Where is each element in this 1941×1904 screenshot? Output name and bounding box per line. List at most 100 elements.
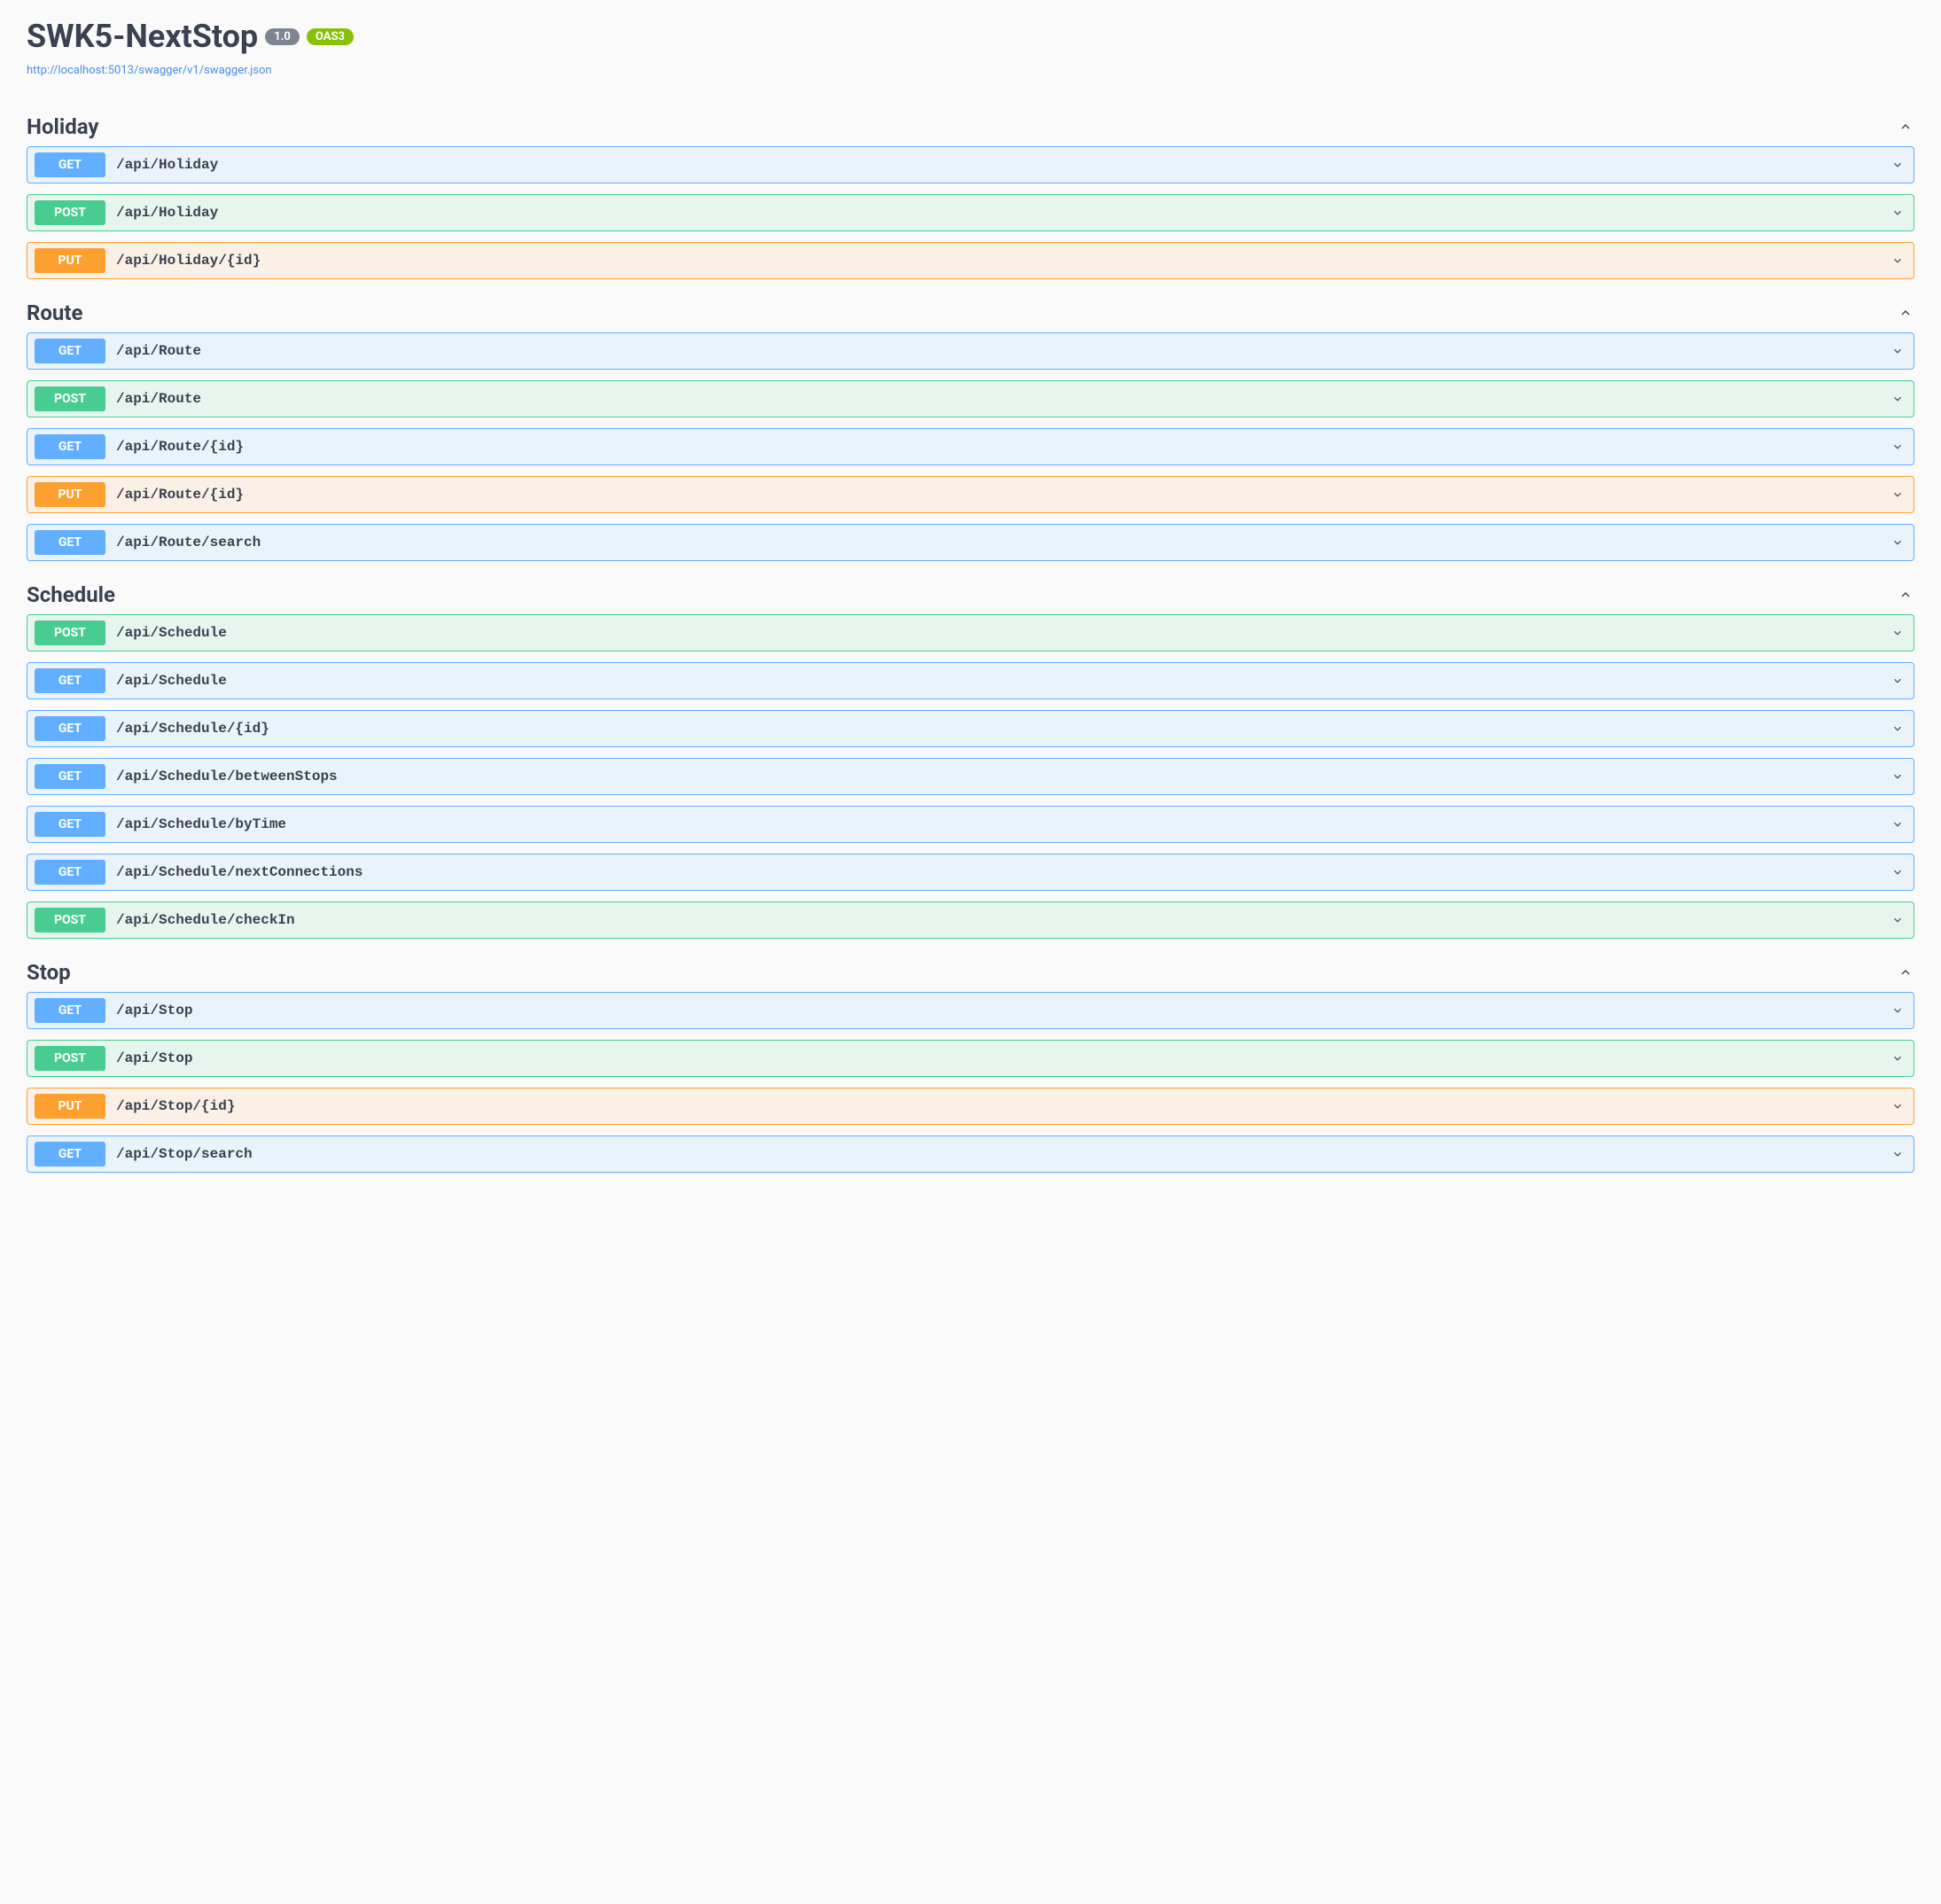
operation-row[interactable]: PUT/api/Route/{id} (27, 476, 1914, 513)
operation-path: /api/Route (116, 391, 1889, 407)
chevron-up-icon (1897, 304, 1914, 322)
operation-row[interactable]: GET/api/Schedule (27, 662, 1914, 699)
tag-name: Route (27, 300, 82, 325)
chevron-up-icon (1897, 118, 1914, 136)
operation-path: /api/Stop/{id} (116, 1098, 1889, 1114)
method-badge-put: PUT (35, 482, 105, 507)
operation-path: /api/Schedule/betweenStops (116, 769, 1889, 784)
tag-header[interactable]: Schedule (27, 572, 1914, 614)
tag-section-holiday: HolidayGET/api/HolidayPOST/api/HolidayPU… (27, 104, 1914, 279)
api-header: SWK5-NextStop 1.0 OAS3 http://localhost:… (27, 18, 1914, 77)
operations-list: POST/api/ScheduleGET/api/ScheduleGET/api… (27, 614, 1914, 939)
operation-path: /api/Holiday/{id} (116, 253, 1889, 269)
operation-path: /api/Schedule (116, 625, 1889, 641)
chevron-down-icon (1889, 252, 1906, 269)
method-badge-get: GET (35, 530, 105, 555)
chevron-down-icon (1889, 1145, 1906, 1163)
operation-row[interactable]: POST/api/Route (27, 380, 1914, 417)
chevron-down-icon (1889, 390, 1906, 408)
operation-row[interactable]: GET/api/Route (27, 332, 1914, 370)
operation-row[interactable]: POST/api/Holiday (27, 194, 1914, 231)
method-badge-post: POST (35, 620, 105, 645)
method-badge-get: GET (35, 860, 105, 885)
api-title: SWK5-NextStop (27, 18, 258, 55)
operation-path: /api/Route/{id} (116, 439, 1889, 455)
chevron-down-icon (1889, 672, 1906, 690)
operation-path: /api/Schedule/byTime (116, 816, 1889, 832)
operation-row[interactable]: GET/api/Route/{id} (27, 428, 1914, 465)
chevron-up-icon (1897, 964, 1914, 981)
chevron-down-icon (1889, 156, 1906, 174)
method-badge-post: POST (35, 386, 105, 411)
chevron-down-icon (1889, 1050, 1906, 1067)
tag-section-schedule: SchedulePOST/api/ScheduleGET/api/Schedul… (27, 572, 1914, 939)
chevron-down-icon (1889, 342, 1906, 360)
method-badge-get: GET (35, 998, 105, 1023)
chevron-down-icon (1889, 624, 1906, 642)
tag-name: Schedule (27, 582, 115, 607)
operation-path: /api/Schedule/{id} (116, 721, 1889, 737)
operation-row[interactable]: GET/api/Holiday (27, 146, 1914, 183)
chevron-down-icon (1889, 204, 1906, 222)
operation-row[interactable]: GET/api/Schedule/{id} (27, 710, 1914, 747)
chevron-down-icon (1889, 1097, 1906, 1115)
tag-header[interactable]: Holiday (27, 104, 1914, 146)
chevron-down-icon (1889, 720, 1906, 737)
method-badge-put: PUT (35, 248, 105, 273)
method-badge-get: GET (35, 339, 105, 363)
operation-path: /api/Stop (116, 1003, 1889, 1018)
operations-list: GET/api/RoutePOST/api/RouteGET/api/Route… (27, 332, 1914, 561)
operations-list: GET/api/StopPOST/api/StopPUT/api/Stop/{i… (27, 992, 1914, 1173)
operation-row[interactable]: GET/api/Stop/search (27, 1135, 1914, 1173)
spec-url-link[interactable]: http://localhost:5013/swagger/v1/swagger… (27, 64, 272, 77)
version-badge: 1.0 (265, 28, 300, 45)
chevron-down-icon (1889, 486, 1906, 503)
chevron-up-icon (1897, 586, 1914, 604)
tag-name: Stop (27, 960, 71, 985)
operation-row[interactable]: GET/api/Schedule/nextConnections (27, 854, 1914, 891)
operation-path: /api/Schedule (116, 673, 1889, 689)
operation-row[interactable]: GET/api/Stop (27, 992, 1914, 1029)
method-badge-get: GET (35, 764, 105, 789)
operation-path: /api/Route/{id} (116, 487, 1889, 503)
method-badge-post: POST (35, 200, 105, 225)
operation-path: /api/Schedule/checkIn (116, 912, 1889, 928)
tag-section-stop: StopGET/api/StopPOST/api/StopPUT/api/Sto… (27, 949, 1914, 1173)
operation-row[interactable]: POST/api/Stop (27, 1040, 1914, 1077)
method-badge-post: POST (35, 1046, 105, 1071)
operation-path: /api/Holiday (116, 205, 1889, 221)
operation-row[interactable]: GET/api/Schedule/betweenStops (27, 758, 1914, 795)
method-badge-get: GET (35, 668, 105, 693)
chevron-down-icon (1889, 815, 1906, 833)
operation-path: /api/Schedule/nextConnections (116, 864, 1889, 880)
operation-row[interactable]: GET/api/Route/search (27, 524, 1914, 561)
operation-path: /api/Stop/search (116, 1146, 1889, 1162)
oas-badge: OAS3 (307, 28, 354, 45)
operation-path: /api/Route (116, 343, 1889, 359)
method-badge-put: PUT (35, 1094, 105, 1119)
method-badge-get: GET (35, 434, 105, 459)
operations-list: GET/api/HolidayPOST/api/HolidayPUT/api/H… (27, 146, 1914, 279)
method-badge-post: POST (35, 908, 105, 932)
operation-path: /api/Route/search (116, 535, 1889, 550)
operation-row[interactable]: POST/api/Schedule/checkIn (27, 901, 1914, 939)
chevron-down-icon (1889, 1002, 1906, 1019)
chevron-down-icon (1889, 911, 1906, 929)
tag-header[interactable]: Stop (27, 949, 1914, 992)
operation-row[interactable]: GET/api/Schedule/byTime (27, 806, 1914, 843)
chevron-down-icon (1889, 534, 1906, 551)
method-badge-get: GET (35, 1142, 105, 1167)
method-badge-get: GET (35, 812, 105, 837)
operation-row[interactable]: PUT/api/Holiday/{id} (27, 242, 1914, 279)
chevron-down-icon (1889, 768, 1906, 785)
operation-path: /api/Holiday (116, 157, 1889, 173)
tag-name: Holiday (27, 114, 98, 139)
operation-path: /api/Stop (116, 1050, 1889, 1066)
title-row: SWK5-NextStop 1.0 OAS3 (27, 18, 1914, 55)
operation-row[interactable]: POST/api/Schedule (27, 614, 1914, 652)
operation-row[interactable]: PUT/api/Stop/{id} (27, 1088, 1914, 1125)
method-badge-get: GET (35, 152, 105, 177)
method-badge-get: GET (35, 716, 105, 741)
chevron-down-icon (1889, 863, 1906, 881)
tag-header[interactable]: Route (27, 290, 1914, 332)
